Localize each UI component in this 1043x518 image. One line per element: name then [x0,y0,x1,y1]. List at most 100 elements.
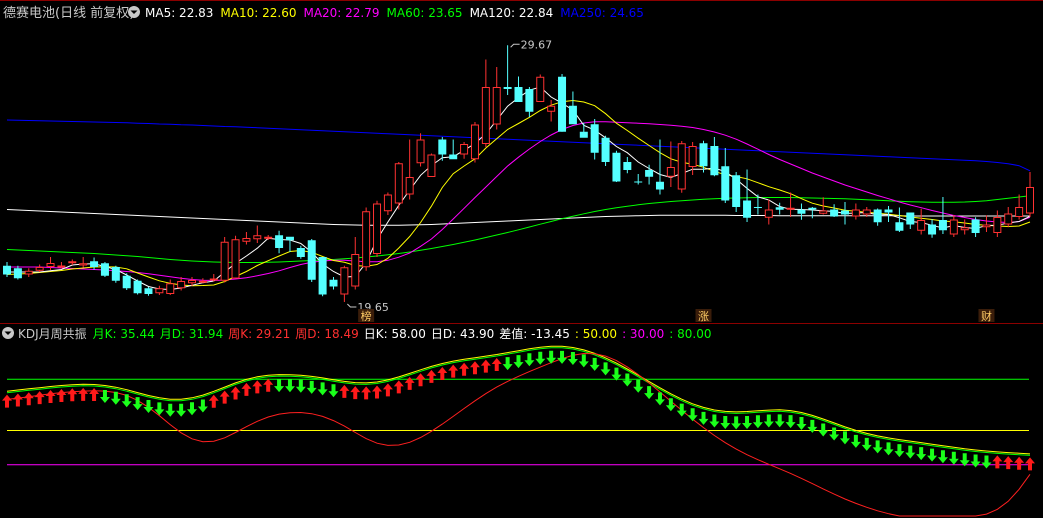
up-arrow-icon [78,387,89,401]
candle-body [623,162,632,170]
candle [470,122,479,163]
week-kd-line [6,352,1031,517]
candle-body [111,267,120,281]
up-arrow-icon [382,383,393,397]
candle [394,162,403,210]
candle [743,169,752,222]
down-arrow-icon [524,353,535,367]
candle [949,215,958,237]
up-arrow-icon [415,373,426,387]
down-arrow-icon [948,451,959,465]
down-arrow-icon [872,440,883,454]
down-arrow-icon [611,367,622,381]
candle-body [3,265,11,275]
up-arrow-icon [56,389,67,403]
candle [492,67,501,130]
up-arrow-icon [372,385,383,399]
candle [122,273,131,290]
candle-body [568,105,577,125]
candle-body [699,143,708,167]
indicator-legend: 月K: 35.44 月D: 31.94 周K: 29.21 周D: 18.49 日K: … [93,326,712,341]
indicator-legend-item: 周D: 18.49 [295,327,358,341]
candle-body [133,280,142,294]
candle [873,208,882,226]
candle [590,119,599,160]
candle-body [895,222,904,231]
candle [536,74,545,102]
up-arrow-icon [426,369,437,383]
indicator-title[interactable]: KDJ月周共振 [18,327,87,341]
down-arrow-icon [720,415,731,429]
candle-body [721,166,730,201]
event-marker[interactable]: 涨 [695,309,712,323]
candle-body [938,220,947,231]
candle [601,135,610,166]
down-arrow-icon [839,431,850,445]
up-arrow-icon [361,386,372,400]
up-arrow-icon [23,392,34,406]
candle-body [198,280,207,283]
down-arrow-icon [752,415,763,429]
candle-body [492,87,501,125]
candle [634,174,643,185]
candle-body [797,209,806,214]
candle [24,268,33,277]
candle [405,139,414,200]
candle-body [100,263,109,276]
down-arrow-icon [818,423,829,437]
indicator-legend-item: 差值: -13.45 [499,326,570,341]
candle [481,59,490,147]
candle-body [68,261,77,264]
candle [1026,172,1034,217]
up-arrow-icon [252,380,263,394]
candle-body [840,210,849,215]
indicator-dropdown-icon[interactable] [2,327,14,339]
indicator-legend-item: 月K: 35.44 [93,327,155,341]
dropdown-icon[interactable] [128,6,140,18]
candle [100,262,109,277]
candle-body [318,257,327,295]
event-marker[interactable]: 财 [978,309,995,323]
event-marker[interactable]: 榜 [358,309,375,323]
down-arrow-icon [763,414,774,428]
candle [318,257,327,297]
ma-legend-item: MA120: 22.84 [470,6,554,20]
candle-body [220,241,229,281]
candle-body [764,209,773,218]
candle [710,137,719,177]
up-arrow-icon [469,361,480,375]
candle-body [949,219,958,235]
candle-body [90,261,99,267]
candle [623,157,632,174]
candle-body [547,105,556,112]
candle-body [579,131,588,138]
candle-body [525,89,534,112]
stock-title[interactable]: 德赛电池(日线 前复权) [3,5,134,21]
candle [362,207,371,271]
down-arrow-icon [905,445,916,459]
candle [514,76,523,102]
candle [133,279,142,295]
candle [525,87,534,117]
candle-body [383,194,392,212]
candle [1004,207,1013,228]
candle-body [177,281,186,289]
candle [307,239,316,282]
down-arrow-icon [927,448,938,462]
candle [416,133,425,167]
candle [220,237,229,283]
candle-body [1026,187,1034,214]
candle [373,200,382,257]
down-arrow-icon [165,403,176,417]
stock-chart[interactable]: 德赛电池(日线 前复权) MA5: 22.83 MA10: 22.60 MA20: … [0,0,1043,518]
ma250-line [6,119,1031,172]
candle-body [753,207,762,208]
down-arrow-icon [143,399,154,413]
up-arrow-icon [350,386,361,400]
candle [764,199,773,225]
indicator-header: KDJ月周共振 月K: 35.44 月D: 31.94 周K: 29.21 周D: 1… [2,326,712,341]
candle-body [460,144,469,155]
candle-body [612,152,621,182]
candle-body [917,220,926,231]
candle-body [666,167,675,177]
